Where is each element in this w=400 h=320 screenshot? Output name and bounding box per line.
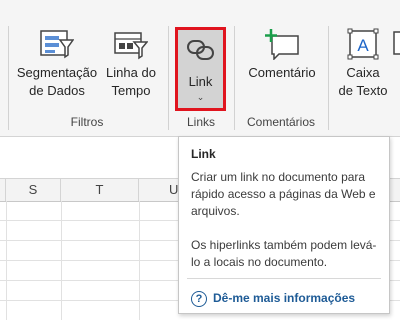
slicer-label-line2: de Dados	[29, 83, 85, 98]
column-header-t[interactable]: T	[61, 179, 139, 201]
timeline-icon	[114, 28, 149, 60]
text-box-label-line1: Caixa	[346, 65, 380, 80]
slicer-button[interactable]: Segmentação de Dados	[14, 28, 100, 100]
comment-button[interactable]: Comentário	[240, 28, 324, 82]
link-button[interactable]: Link ⌄	[175, 27, 226, 111]
chevron-down-icon[interactable]: ⌄	[178, 92, 223, 103]
slicer-icon	[40, 28, 75, 60]
tooltip-divider	[187, 278, 381, 279]
group-label-comments: Comentários	[246, 115, 316, 129]
text-box-label-line2: de Texto	[338, 83, 388, 98]
text-box-icon: A	[347, 28, 379, 60]
timeline-label-line1: Linha do	[106, 65, 156, 80]
link-tooltip: Link Criar um link no documento para ráp…	[178, 136, 390, 314]
svg-text:A: A	[357, 36, 369, 55]
shape-icon	[392, 28, 400, 60]
text-box-button[interactable]: A Caixa de Texto	[334, 28, 392, 100]
timeline-label-line2: Tempo	[111, 83, 151, 98]
link-label: Link	[188, 74, 213, 89]
link-chain-icon	[186, 35, 216, 70]
tooltip-title: Link	[191, 147, 216, 161]
slicer-label-line1: Segmentação	[16, 65, 98, 80]
column-header-s[interactable]: S	[6, 179, 61, 201]
new-comment-icon	[263, 28, 301, 61]
group-separator	[8, 26, 9, 130]
comment-label: Comentário	[248, 65, 316, 80]
tooltip-extra-info: Os hiperlinks também podem levá-lo a loc…	[191, 238, 377, 269]
group-separator	[168, 26, 169, 130]
group-label-filters: Filtros	[70, 115, 104, 129]
group-separator	[234, 26, 235, 130]
tooltip-description: Criar um link no documento para rápido a…	[191, 170, 376, 218]
group-label-links: Links	[186, 115, 215, 129]
timeline-button[interactable]: Linha do Tempo	[102, 28, 160, 100]
ribbon: Segmentação de Dados Linha do Tempo Link…	[0, 0, 400, 137]
next-ribbon-button[interactable]	[392, 28, 400, 64]
group-separator	[328, 26, 329, 130]
more-info-link[interactable]: ? Dê-me mais informações	[191, 288, 355, 308]
help-icon: ?	[191, 290, 207, 307]
more-info-label[interactable]: Dê-me mais informações	[213, 291, 355, 305]
